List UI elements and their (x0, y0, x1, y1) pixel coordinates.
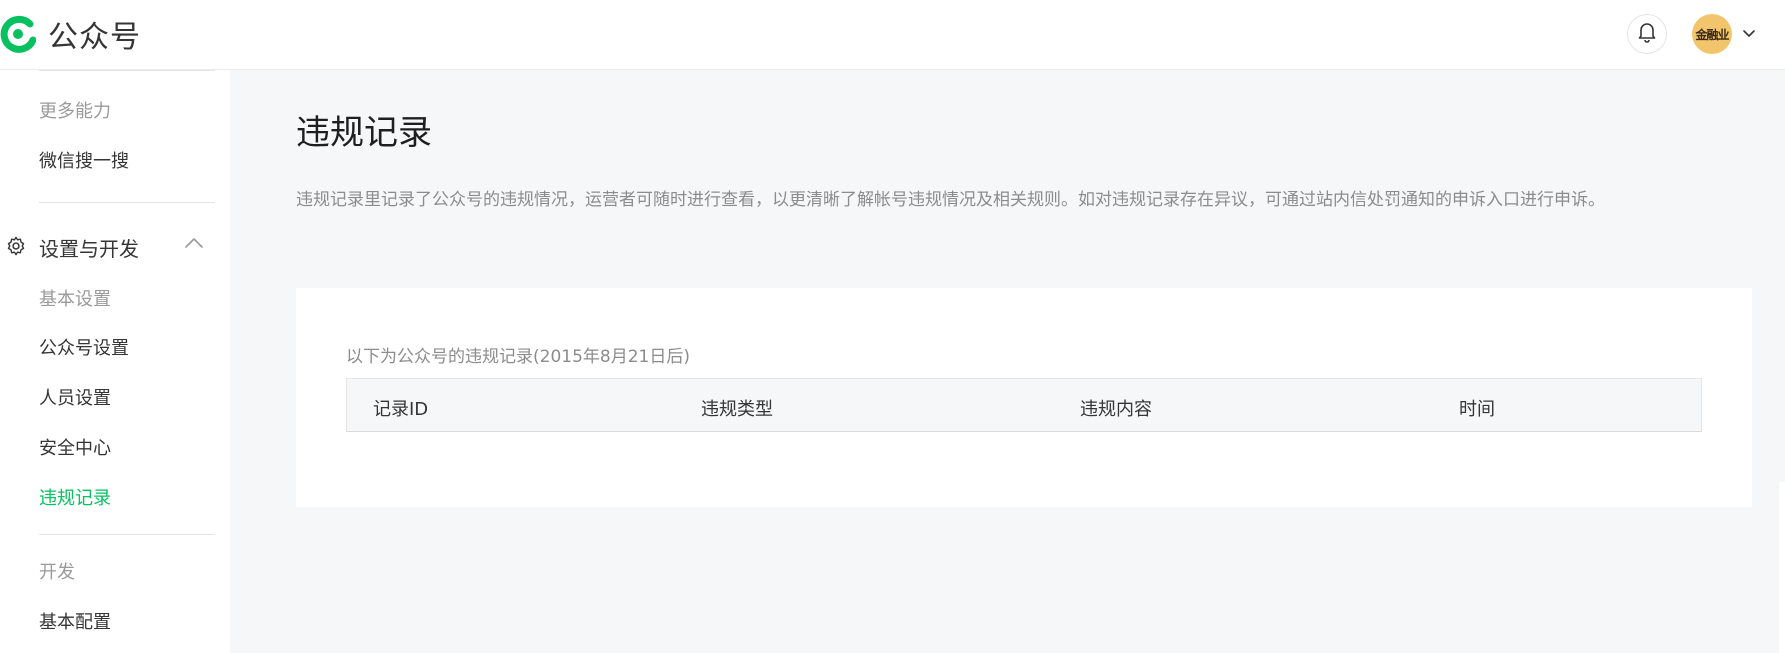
top-bar: 公众号 金融业 (0, 0, 1785, 70)
violation-records-card: 以下为公众号的违规记录(2015年8月21日后) 记录ID 违规类型 违规内容 … (296, 288, 1752, 507)
sidebar-group-title-basic: 基本设置 (39, 289, 111, 310)
table-caption: 以下为公众号的违规记录(2015年8月21日后) (346, 347, 690, 367)
notification-button[interactable] (1627, 14, 1667, 54)
sidebar-group-title-dev: 开发 (39, 562, 75, 583)
brand-name: 公众号 (48, 20, 141, 55)
sidebar-divider (39, 202, 215, 203)
sidebar-group-title-more: 更多能力 (39, 101, 111, 122)
page-title: 违规记录 (296, 113, 432, 153)
gear-icon (5, 235, 27, 261)
sidebar: 更多能力 微信搜一搜 设置与开发 基本设置 公众号设置 人员设置 安全中心 违规… (0, 70, 230, 653)
sidebar-item-basic-config[interactable]: 基本配置 (39, 608, 111, 634)
sidebar-divider (39, 534, 215, 535)
wechat-official-account-logo-icon (0, 14, 36, 54)
avatar[interactable]: 金融业 (1692, 14, 1732, 54)
sidebar-item-security-center[interactable]: 安全中心 (39, 434, 111, 460)
column-header-violation-type: 违规类型 (701, 399, 773, 420)
floating-panel-edge (1779, 482, 1785, 653)
column-header-time: 时间 (1459, 399, 1495, 420)
sidebar-section-settings-dev[interactable]: 设置与开发 (0, 225, 230, 265)
avatar-label: 金融业 (1695, 27, 1729, 42)
column-header-record-id: 记录ID (373, 399, 429, 420)
bell-icon (1637, 21, 1657, 47)
sidebar-item-violation-records[interactable]: 违规记录 (39, 484, 111, 510)
sidebar-item-wechat-search[interactable]: 微信搜一搜 (39, 147, 129, 173)
page-description: 违规记录里记录了公众号的违规情况，运营者可随时进行查看，以更清晰了解帐号违规情况… (296, 190, 1605, 210)
chevron-up-icon (183, 235, 205, 255)
chevron-down-icon (1741, 27, 1757, 46)
sidebar-section-label: 设置与开发 (39, 237, 139, 261)
sidebar-divider (39, 70, 215, 71)
account-menu-toggle[interactable] (1741, 26, 1757, 42)
brand-logo[interactable]: 公众号 (0, 14, 141, 55)
column-header-violation-content: 违规内容 (1080, 399, 1152, 420)
sidebar-item-account-settings[interactable]: 公众号设置 (39, 334, 129, 360)
sidebar-item-staff-settings[interactable]: 人员设置 (39, 384, 111, 410)
table-header: 记录ID 违规类型 违规内容 时间 (346, 378, 1702, 432)
